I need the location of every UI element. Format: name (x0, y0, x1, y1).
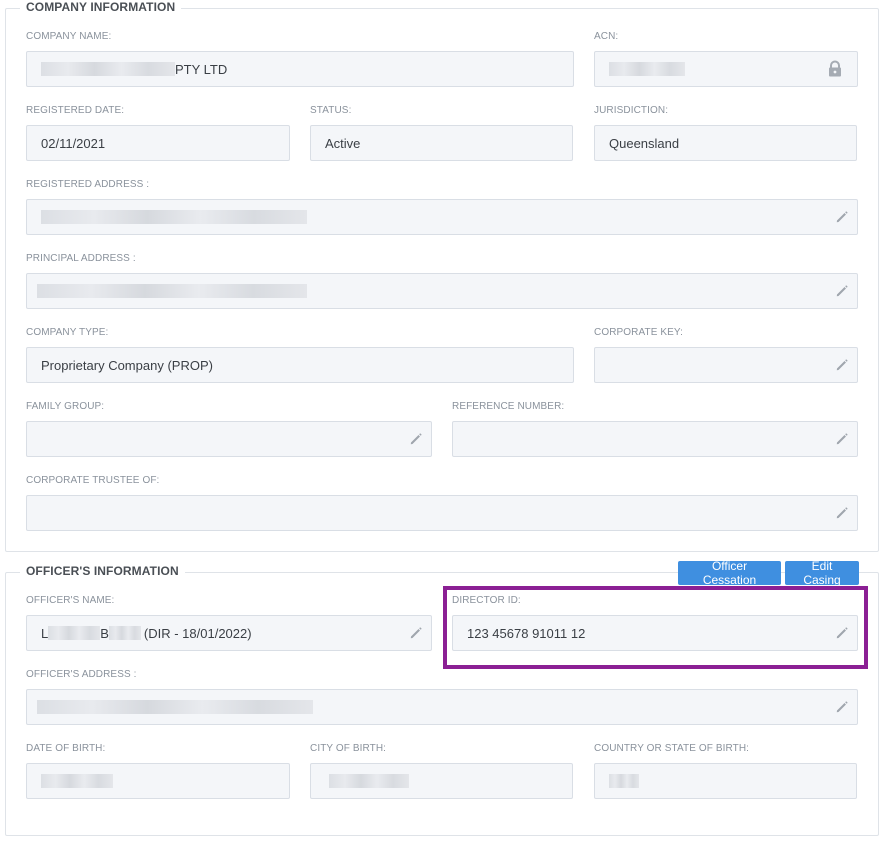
redacted-text (37, 284, 307, 298)
company-type-label: COMPANY TYPE: (26, 327, 109, 338)
corporate-key-field[interactable] (594, 347, 858, 383)
pencil-icon[interactable] (409, 432, 423, 446)
pencil-icon[interactable] (835, 358, 849, 372)
company-name-suffix: PTY LTD (175, 61, 228, 77)
city-of-birth-label: CITY OF BIRTH: (310, 743, 387, 754)
acn-field[interactable] (594, 51, 858, 87)
city-of-birth-field[interactable] (310, 763, 573, 799)
edit-casing-button[interactable]: Edit Casing (785, 559, 859, 587)
redacted-text (108, 626, 141, 640)
redacted-text (609, 774, 639, 788)
lock-icon (829, 60, 841, 77)
pencil-icon[interactable] (835, 210, 849, 224)
family-group-label: FAMILY GROUP: (26, 401, 105, 412)
corporate-key-label: CORPORATE KEY: (594, 327, 684, 338)
redacted-text (41, 210, 307, 224)
redacted-text (41, 774, 113, 788)
pencil-icon[interactable] (835, 284, 849, 298)
principal-address-label: PRINCIPAL ADDRESS : (26, 253, 136, 264)
country-of-birth-field[interactable] (594, 763, 857, 799)
company-type-value: Proprietary Company (PROP) (41, 357, 213, 373)
pencil-icon[interactable] (835, 432, 849, 446)
reference-number-field[interactable] (452, 421, 858, 457)
company-name-field[interactable]: PTY LTD (26, 51, 574, 87)
director-id-highlight (443, 586, 868, 669)
country-of-birth-label: COUNTRY OR STATE OF BIRTH: (594, 743, 750, 754)
redacted-text (329, 774, 409, 788)
company-name-label: COMPANY NAME: (26, 31, 112, 42)
family-group-field[interactable] (26, 421, 432, 457)
redacted-text (609, 62, 685, 76)
officer-name-middle: B (100, 625, 109, 641)
redacted-text (41, 62, 175, 76)
officer-cessation-button[interactable]: Officer Cessation (678, 559, 781, 587)
corporate-trustee-label: CORPORATE TRUSTEE OF: (26, 475, 160, 486)
registered-address-label: REGISTERED ADDRESS : (26, 179, 150, 190)
registered-date-value: 02/11/2021 (41, 135, 106, 151)
status-value: Active (325, 135, 361, 151)
officer-address-label: OFFICER'S ADDRESS : (26, 669, 137, 680)
pencil-icon[interactable] (835, 506, 849, 520)
acn-label: ACN: (594, 31, 619, 42)
registered-date-field[interactable]: 02/11/2021 (26, 125, 290, 161)
officer-name-field[interactable]: L B (DIR - 18/01/2022) (26, 615, 432, 651)
redacted-text (37, 700, 313, 714)
company-information-title: COMPANY INFORMATION (20, 0, 182, 14)
redacted-text (48, 626, 101, 640)
jurisdiction-value: Queensland (609, 135, 680, 151)
registered-address-field[interactable] (26, 199, 858, 235)
officer-name-label: OFFICER'S NAME: (26, 595, 115, 606)
date-of-birth-label: DATE OF BIRTH: (26, 743, 106, 754)
jurisdiction-field[interactable]: Queensland (594, 125, 857, 161)
status-field[interactable]: Active (310, 125, 573, 161)
reference-number-label: REFERENCE NUMBER: (452, 401, 565, 412)
officer-name-suffix: (DIR - 18/01/2022) (143, 625, 252, 641)
officer-name-initial: L (41, 625, 49, 641)
principal-address-field[interactable] (26, 273, 858, 309)
company-type-field[interactable]: Proprietary Company (PROP) (26, 347, 574, 383)
pencil-icon[interactable] (835, 700, 849, 714)
officer-address-field[interactable] (26, 689, 858, 725)
officer-information-title: OFFICER'S INFORMATION (20, 564, 185, 578)
date-of-birth-field[interactable] (26, 763, 290, 799)
status-label: STATUS: (310, 105, 352, 116)
pencil-icon[interactable] (409, 626, 423, 640)
registered-date-label: REGISTERED DATE: (26, 105, 125, 116)
corporate-trustee-field[interactable] (26, 495, 858, 531)
jurisdiction-label: JURISDICTION: (594, 105, 669, 116)
